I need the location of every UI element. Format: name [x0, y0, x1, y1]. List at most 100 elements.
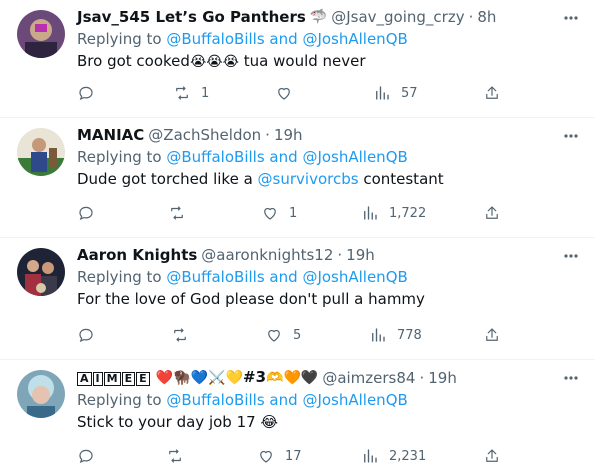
retweet-icon: [169, 449, 181, 463]
heart-icon: [278, 87, 290, 100]
like-button[interactable]: 17: [257, 446, 302, 466]
name-number: #3: [243, 368, 267, 386]
replying-to: Replying to @BuffaloBills and @JoshAllen…: [77, 28, 555, 50]
avatar[interactable]: [17, 370, 65, 418]
tweet[interactable]: Jsav_545 Let’s Go Panthers 🦈 @Jsav_going…: [0, 0, 595, 118]
tweet-actions: 17 2,231: [77, 446, 575, 466]
views-button[interactable]: 1,722: [361, 203, 426, 223]
mention-link[interactable]: @JoshAllenQB: [302, 268, 407, 286]
more-icon: [564, 134, 578, 138]
avatar[interactable]: [17, 248, 65, 296]
retweet-icon: [174, 328, 186, 342]
reply-button[interactable]: [77, 325, 105, 345]
name-letter-box: E: [121, 372, 136, 386]
tweet-text: For the love of God please don't pull a …: [77, 290, 425, 308]
like-button[interactable]: 1: [261, 203, 297, 223]
views-button[interactable]: 778: [369, 325, 422, 345]
mention-link[interactable]: @JoshAllenQB: [302, 391, 407, 409]
display-name[interactable]: MANIAC: [77, 124, 144, 146]
analytics-icon: [372, 328, 385, 342]
name-letter-box: A: [77, 372, 92, 386]
replying-to: Replying to @BuffaloBills and @JoshAllen…: [77, 389, 555, 411]
retweet-button[interactable]: [171, 325, 199, 345]
timestamp[interactable]: 19h: [346, 244, 375, 266]
reply-button[interactable]: [77, 203, 105, 223]
like-button[interactable]: [275, 83, 303, 103]
more-icon: [564, 254, 578, 258]
analytics-icon: [364, 449, 377, 463]
tweet[interactable]: Aaron Knights @aaronknights12 · 19h Repl…: [0, 238, 595, 360]
tweet[interactable]: AIMEE ❤️🦬💙⚔️💛#3🫶🧡🖤 @aimzers84 · 19h Repl…: [0, 360, 595, 476]
name-letter-box: E: [136, 372, 150, 386]
display-name[interactable]: Aaron Knights: [77, 244, 197, 266]
replying-to-label: Replying to: [77, 391, 162, 409]
and-text: and: [269, 30, 298, 48]
name-emoji: ❤️🦬💙⚔️💛: [155, 370, 243, 386]
reply-icon: [79, 328, 93, 343]
user-handle[interactable]: @aaronknights12: [201, 244, 333, 266]
more-options-button[interactable]: [561, 246, 581, 266]
share-button[interactable]: [483, 83, 501, 103]
timestamp[interactable]: 19h: [428, 367, 457, 389]
share-button[interactable]: [483, 203, 501, 223]
more-options-button[interactable]: [561, 8, 581, 28]
views-button[interactable]: 2,231: [361, 446, 426, 466]
and-text: and: [269, 268, 298, 286]
more-options-button[interactable]: [561, 126, 581, 146]
mention-link[interactable]: @BuffaloBills: [166, 391, 264, 409]
share-icon: [486, 206, 498, 219]
replying-to-label: Replying to: [77, 30, 162, 48]
crying-emoji: 😭😭😭: [189, 54, 240, 70]
retweet-button[interactable]: 1: [173, 83, 209, 103]
tweet-content: AIMEE ❤️🦬💙⚔️💛#3🫶🧡🖤 @aimzers84 · 19h Repl…: [77, 366, 555, 433]
avatar[interactable]: [17, 10, 65, 58]
user-handle[interactable]: @aimzers84: [322, 367, 415, 389]
name-letter-box: M: [103, 372, 121, 386]
more-icon: [564, 376, 578, 380]
reply-button[interactable]: [77, 446, 105, 466]
retweet-button[interactable]: [166, 446, 194, 466]
tweet-header: Jsav_545 Let’s Go Panthers 🦈 @Jsav_going…: [77, 6, 555, 28]
mention-link[interactable]: @JoshAllenQB: [302, 30, 407, 48]
mention-link[interactable]: @survivorcbs: [258, 170, 359, 188]
tweet-content: MANIAC @ZachSheldon · 19h Replying to @B…: [77, 124, 555, 190]
user-handle[interactable]: @Jsav_going_crzy: [331, 6, 464, 28]
tweet-header: AIMEE ❤️🦬💙⚔️💛#3🫶🧡🖤 @aimzers84 · 19h: [77, 366, 555, 389]
more-icon: [564, 16, 578, 20]
tweet-actions: 1 57: [77, 83, 575, 103]
timestamp[interactable]: 8h: [477, 6, 496, 28]
shark-icon: 🦈: [309, 9, 328, 25]
mention-link[interactable]: @JoshAllenQB: [302, 148, 407, 166]
user-handle[interactable]: @ZachSheldon: [148, 124, 261, 146]
display-name[interactable]: AIMEE ❤️🦬💙⚔️💛#3🫶🧡🖤: [77, 366, 318, 389]
share-button[interactable]: [483, 446, 501, 466]
share-icon: [486, 449, 498, 462]
timestamp[interactable]: 19h: [274, 124, 303, 146]
mention-link[interactable]: @BuffaloBills: [166, 148, 264, 166]
like-button[interactable]: 5: [265, 325, 301, 345]
share-button[interactable]: [483, 325, 501, 345]
heart-icon: [260, 450, 272, 463]
reply-icon: [79, 206, 93, 221]
name-emoji: 🫶🧡🖤: [266, 370, 319, 386]
tweet-text: Dude got torched like a @survivorcbs con…: [77, 170, 444, 188]
views-button[interactable]: 57: [373, 83, 418, 103]
mention-link[interactable]: @BuffaloBills: [166, 268, 264, 286]
replying-to: Replying to @BuffaloBills and @JoshAllen…: [77, 146, 555, 168]
reply-icon: [79, 449, 93, 464]
analytics-icon: [376, 86, 389, 100]
heart-icon: [268, 329, 280, 342]
tweet-content: Aaron Knights @aaronknights12 · 19h Repl…: [77, 244, 555, 310]
replying-to-label: Replying to: [77, 148, 162, 166]
retweet-button[interactable]: [168, 203, 196, 223]
tweet[interactable]: MANIAC @ZachSheldon · 19h Replying to @B…: [0, 118, 595, 238]
reply-icon: [79, 86, 93, 101]
mention-link[interactable]: @BuffaloBills: [166, 30, 264, 48]
reply-feed: Jsav_545 Let’s Go Panthers 🦈 @Jsav_going…: [0, 0, 595, 476]
more-options-button[interactable]: [561, 368, 581, 388]
display-name[interactable]: Jsav_545 Let’s Go Panthers: [77, 6, 306, 28]
separator-dot: ·: [337, 246, 343, 264]
reply-button[interactable]: [77, 83, 105, 103]
tweet-actions: 5 778: [77, 325, 575, 345]
avatar[interactable]: [17, 128, 65, 176]
